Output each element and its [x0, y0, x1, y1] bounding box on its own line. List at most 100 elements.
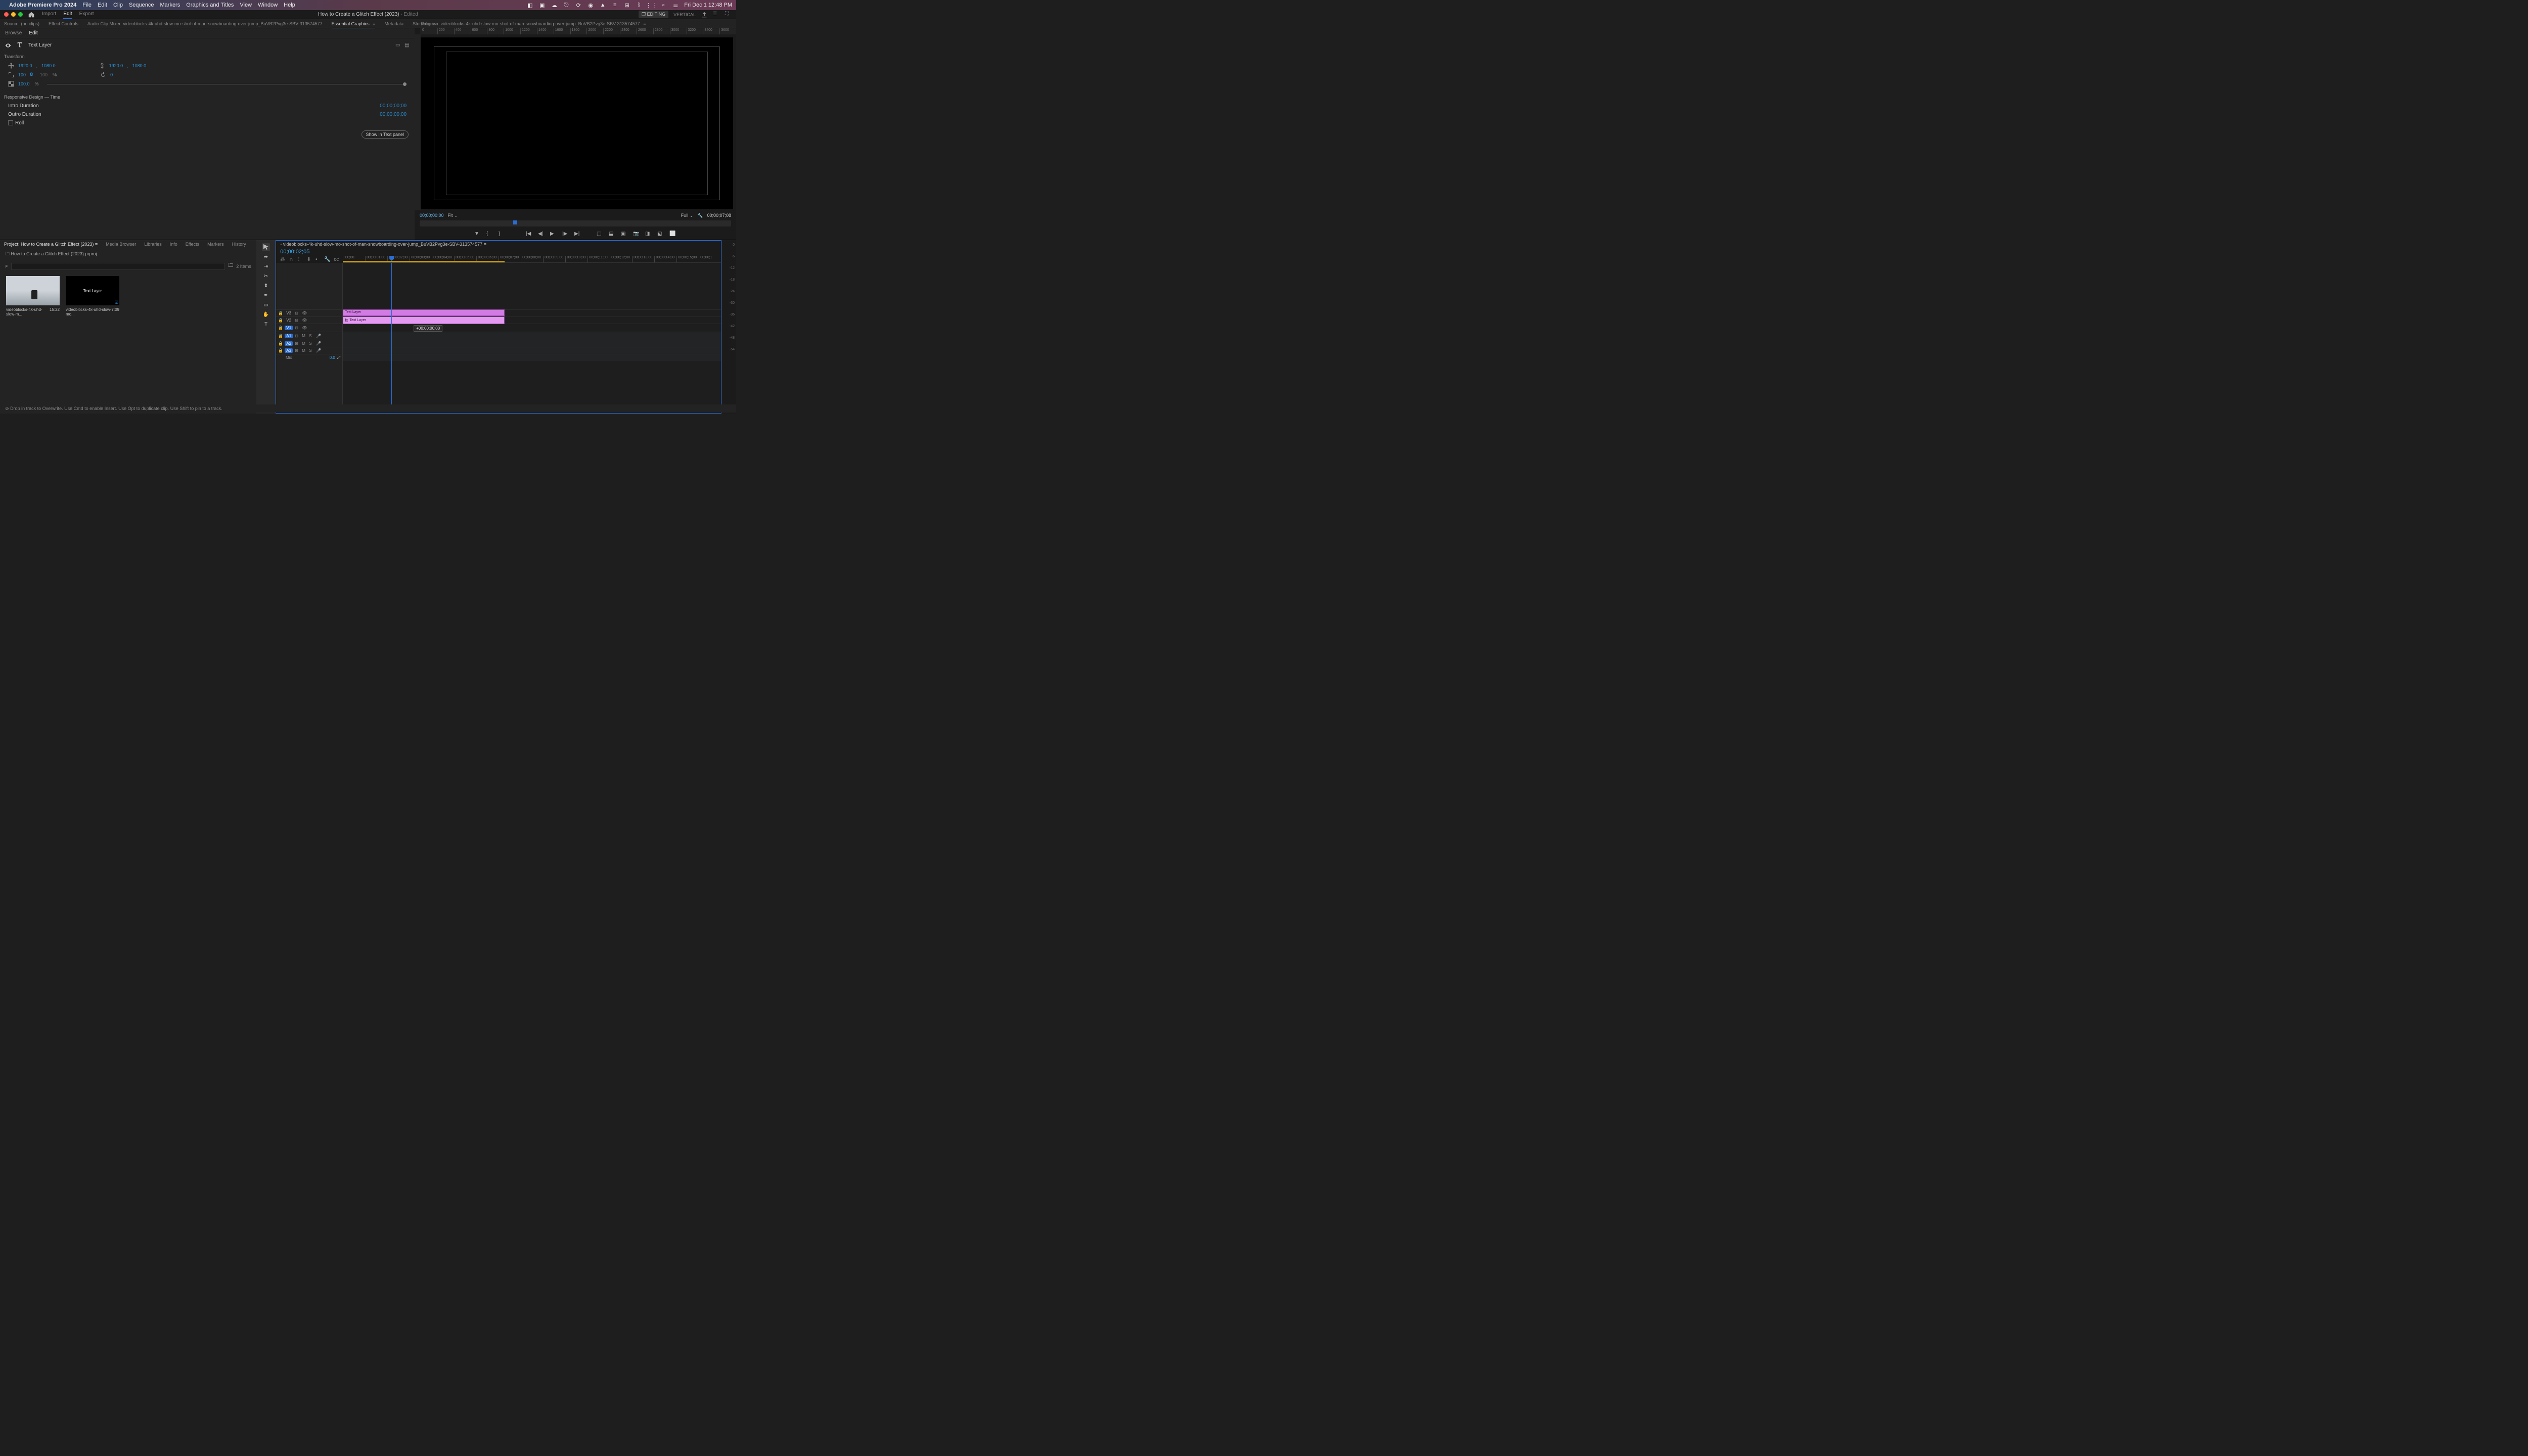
track-head-v2[interactable]: 🔒V2⊟👁 [276, 316, 342, 324]
track-head-a1[interactable]: 🔒A1⊟MS🎤 [276, 332, 342, 340]
intro-tc[interactable]: 00;00;00;00 [380, 103, 407, 109]
tab-edit[interactable]: Edit [63, 10, 72, 19]
track-head-v3[interactable]: 🔒V3⊟👁 [276, 309, 342, 316]
eye-icon[interactable]: 👁 [302, 318, 307, 323]
tab-metadata[interactable]: Metadata [384, 21, 403, 26]
program-scrubber[interactable] [420, 220, 731, 226]
sync-lock-icon[interactable]: ⊟ [295, 311, 300, 316]
mute-button[interactable]: M [302, 334, 307, 339]
hand-tool[interactable]: ✋ [262, 310, 270, 318]
lock-icon[interactable]: 🔒 [278, 318, 283, 323]
tab-effects[interactable]: Effects [186, 242, 199, 247]
minimize-window-button[interactable] [11, 12, 16, 17]
snap-button[interactable]: ⁂ [280, 257, 285, 262]
layer-row[interactable]: Text Layer [0, 38, 415, 52]
home-icon[interactable] [28, 11, 35, 18]
wifi-icon[interactable]: ⋮⋮ [648, 2, 655, 9]
menubar-icon[interactable]: ⊞ [623, 2, 630, 9]
export-frame-button[interactable]: ▣ [621, 231, 628, 238]
go-to-out-button[interactable]: ▶| [574, 231, 581, 238]
roll-checkbox[interactable] [8, 120, 13, 125]
program-canvas[interactable] [421, 37, 733, 209]
menubar-icon[interactable]: ▲ [599, 2, 606, 9]
control-center-icon[interactable]: ⚌ [672, 2, 679, 9]
marker-button[interactable]: ⫶ [298, 257, 302, 262]
menu-graphics[interactable]: Graphics and Titles [186, 2, 234, 8]
tab-history[interactable]: History [232, 242, 246, 247]
play-button[interactable]: ▶ [550, 231, 557, 238]
menubar-icon[interactable]: ≡ [611, 2, 618, 9]
new-group-icon[interactable]: ▭ [395, 42, 401, 49]
tab-markers[interactable]: Markers [207, 242, 224, 247]
overwrite-button[interactable]: • [315, 257, 320, 262]
bin-path[interactable]: 🗀 How to Create a Glitch Effect (2023).p… [0, 248, 256, 260]
menubar-datetime[interactable]: Fri Dec 1 12:48 PM [684, 2, 732, 8]
menu-file[interactable]: File [82, 2, 92, 8]
slip-tool[interactable]: ⬍ [262, 282, 270, 290]
close-window-button[interactable] [4, 12, 9, 17]
caption-button[interactable]: cc [334, 257, 339, 262]
tracks-area[interactable]: Text Layer fxText Layer +00;00;00;00 [343, 263, 721, 408]
scale-w[interactable]: 100 [18, 72, 26, 77]
anchor-y[interactable]: 1080.0 [132, 63, 147, 68]
tab-effect-controls[interactable]: Effect Controls [49, 21, 78, 26]
lane-mix[interactable] [343, 354, 721, 361]
settings-icon[interactable]: 🔧 [697, 213, 703, 218]
menubar-icon[interactable]: ◧ [526, 2, 533, 9]
lock-icon[interactable]: 🔒 [278, 334, 283, 338]
tab-audio-mixer[interactable]: Audio Clip Mixer: videoblocks-4k-uhd-slo… [87, 21, 323, 26]
comparison-button[interactable]: ◨ [645, 231, 652, 238]
menubar-icon[interactable]: ◉ [587, 2, 594, 9]
menubar-icon[interactable]: ☁ [551, 2, 558, 9]
proxy-button[interactable]: ⬕ [657, 231, 664, 238]
menu-window[interactable]: Window [258, 2, 278, 8]
work-area-bar[interactable] [343, 261, 505, 262]
menu-clip[interactable]: Clip [113, 2, 123, 8]
insert-button[interactable]: ⬇ [307, 257, 311, 262]
playhead[interactable] [391, 263, 392, 408]
tab-program[interactable]: Program: videoblocks-4k-uhd-slow-mo-shot… [421, 21, 646, 26]
maximize-icon[interactable]: ⛶ [725, 11, 732, 18]
tab-essential-graphics[interactable]: Essential Graphics ≡ [332, 21, 376, 26]
lock-icon[interactable]: 🔒 [278, 348, 283, 353]
tab-project[interactable]: Project: How to Create a Glitch Effect (… [4, 242, 98, 247]
link-icon[interactable]: 𝟴 [30, 72, 36, 78]
track-head-mix[interactable]: Mix0.0⤢ [276, 354, 342, 361]
go-to-in-button[interactable]: |◀ [526, 231, 533, 238]
project-search-input[interactable] [11, 263, 225, 270]
sync-lock-icon[interactable]: ⊟ [295, 334, 300, 339]
lane-a1[interactable] [343, 332, 721, 340]
layer-name[interactable]: Text Layer [28, 42, 52, 48]
tab-media-browser[interactable]: Media Browser [106, 242, 136, 247]
track-head-v1[interactable]: 🔒V1⊟👁 [276, 324, 342, 332]
new-layer-icon[interactable]: ▤ [404, 42, 411, 49]
safe-margins-button[interactable]: ⬜ [669, 231, 676, 238]
project-item-video[interactable]: videoblocks-4k-uhd-slow-m...15:22 [6, 276, 60, 316]
track-select-tool[interactable]: ⬌ [262, 253, 270, 261]
add-marker-button[interactable]: ▼ [474, 231, 481, 238]
lift-button[interactable]: ⬚ [597, 231, 604, 238]
eye-icon[interactable]: 👁 [302, 326, 307, 331]
lock-icon[interactable]: 🔒 [278, 311, 283, 315]
step-forward-button[interactable]: |▶ [562, 231, 569, 238]
workspace-menu-icon[interactable]: ≣ [713, 11, 720, 18]
program-tc-left[interactable]: 00;00;00;00 [420, 213, 444, 218]
lane-a2[interactable] [343, 340, 721, 347]
bluetooth-icon[interactable]: ᛒ [636, 2, 643, 9]
selection-tool[interactable] [262, 243, 270, 251]
zoom-window-button[interactable] [18, 12, 23, 17]
zoom-fit-select[interactable]: Fit ⌄ [448, 213, 458, 218]
voice-over-button[interactable]: 🎤 [316, 334, 321, 339]
solo-button[interactable]: S [309, 334, 314, 339]
mark-out-button[interactable]: } [499, 231, 506, 238]
filter-icon[interactable]: 🗀 [228, 262, 233, 270]
close-tab-icon[interactable]: ≡ [372, 21, 376, 26]
menu-view[interactable]: View [240, 2, 252, 8]
menubar-icon[interactable]: ⎋ [563, 2, 570, 9]
search-icon[interactable]: ⌕ [660, 2, 667, 9]
app-name[interactable]: Adobe Premiere Pro 2024 [9, 2, 76, 8]
mark-in-button[interactable]: { [486, 231, 493, 238]
vertical-label[interactable]: VERTICAL [673, 12, 696, 17]
position-y[interactable]: 1080.0 [41, 63, 56, 68]
menubar-icon[interactable]: ▣ [538, 2, 546, 9]
